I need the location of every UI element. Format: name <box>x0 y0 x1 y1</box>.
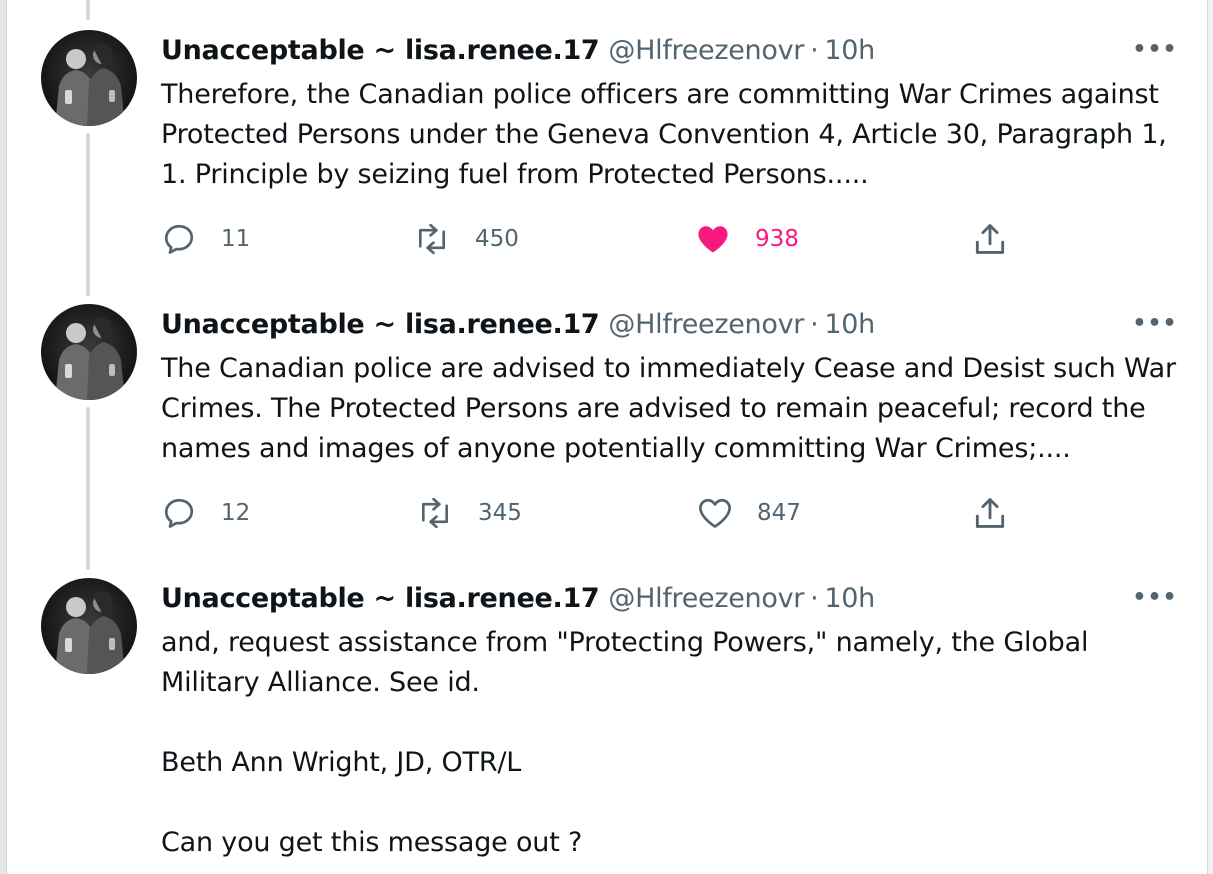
like-button[interactable]: 938 <box>695 219 799 259</box>
heart-icon <box>698 226 728 253</box>
more-icon[interactable]: ••• <box>1132 585 1176 610</box>
avatar[interactable] <box>41 578 137 674</box>
reply-button[interactable]: 11 <box>161 219 250 259</box>
reply-icon <box>164 224 194 254</box>
tweet-text: Therefore, the Canadian police officers … <box>161 79 1167 190</box>
tweet-1[interactable]: Unacceptable ~ lisa.renee.17 @Hlfreezeno… <box>0 0 1200 274</box>
tweet-actions: 11 450 938 <box>161 219 1021 259</box>
retweet-icon <box>418 223 446 255</box>
avatar-photo <box>55 317 125 400</box>
tweet-header: Unacceptable ~ lisa.renee.17 @Hlfreezeno… <box>161 33 875 67</box>
tweet-2[interactable]: Unacceptable ~ lisa.renee.17 @Hlfreezeno… <box>0 274 1200 548</box>
avatar[interactable] <box>41 30 137 126</box>
display-name[interactable]: Unacceptable ~ lisa.renee.17 <box>161 309 600 340</box>
user-handle[interactable]: @Hlfreezenovr <box>608 309 804 340</box>
retweet-icon <box>421 497 449 529</box>
share-icon <box>975 498 1005 528</box>
avatar[interactable] <box>41 304 137 400</box>
scrollbar[interactable] <box>1207 0 1213 874</box>
timestamp[interactable]: 10h <box>824 583 875 614</box>
retweet-button[interactable]: 345 <box>416 493 522 533</box>
tweet-actions: 12 345 847 <box>161 493 1021 533</box>
heart-icon <box>699 498 731 528</box>
avatar-photo <box>55 43 125 126</box>
more-icon[interactable]: ••• <box>1132 311 1176 336</box>
timestamp[interactable]: 10h <box>824 35 875 66</box>
like-count: 847 <box>757 500 801 526</box>
separator-dot: · <box>810 308 819 340</box>
user-handle[interactable]: @Hlfreezenovr <box>608 583 804 614</box>
share-icon <box>975 224 1005 254</box>
retweet-count: 450 <box>475 226 519 252</box>
share-button[interactable] <box>971 219 1009 259</box>
more-icon[interactable]: ••• <box>1132 37 1176 62</box>
retweet-button[interactable]: 450 <box>413 219 519 259</box>
timestamp[interactable]: 10h <box>824 309 875 340</box>
retweet-count: 345 <box>478 500 522 526</box>
display-name[interactable]: Unacceptable ~ lisa.renee.17 <box>161 583 600 614</box>
tweet-3[interactable]: Unacceptable ~ lisa.renee.17 @Hlfreezeno… <box>0 548 1200 874</box>
user-handle[interactable]: @Hlfreezenovr <box>608 35 804 66</box>
like-count: 938 <box>755 226 799 252</box>
separator-dot: · <box>810 34 819 66</box>
tweet-header: Unacceptable ~ lisa.renee.17 @Hlfreezeno… <box>161 581 875 615</box>
avatar-photo <box>55 591 125 674</box>
like-button[interactable]: 847 <box>697 493 801 533</box>
reply-button[interactable]: 12 <box>161 493 250 533</box>
tweet-text: and, request assistance from "Protecting… <box>161 627 1089 858</box>
reply-count: 11 <box>221 226 251 252</box>
display-name[interactable]: Unacceptable ~ lisa.renee.17 <box>161 35 600 66</box>
reply-icon <box>164 498 194 528</box>
separator-dot: · <box>810 582 819 614</box>
share-button[interactable] <box>971 493 1009 533</box>
tweet-header: Unacceptable ~ lisa.renee.17 @Hlfreezeno… <box>161 307 875 341</box>
tweet-text: The Canadian police are advised to immed… <box>161 353 1176 464</box>
reply-count: 12 <box>221 500 251 526</box>
